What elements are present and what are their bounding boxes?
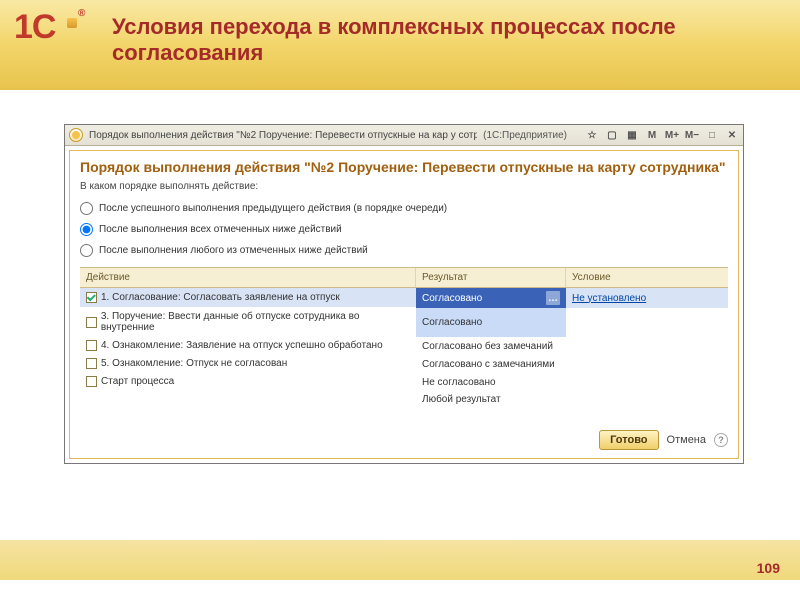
checkbox-icon[interactable] (86, 340, 97, 351)
cell-result: Согласовано с замечаниями (422, 359, 555, 370)
cancel-button[interactable]: Отмена (667, 434, 706, 446)
cell-action: 5. Ознакомление: Отпуск не согласован (101, 358, 287, 369)
checkbox-icon[interactable] (86, 358, 97, 369)
actions-table: Действие Результат Условие 1. Согласован… (80, 267, 728, 422)
condition-link[interactable]: Не установлено (572, 293, 646, 304)
radio-after-any[interactable]: После выполнения любого из отмеченных ни… (80, 240, 728, 261)
slide-header: 1C ® Условия перехода в комплексных проц… (0, 0, 800, 90)
dialog-window: Порядок выполнения действия "№2 Поручени… (64, 124, 744, 464)
calc-icon[interactable]: ▢ (605, 128, 619, 142)
table-row[interactable]: 5. Ознакомление: Отпуск не согласован Со… (80, 355, 728, 373)
radio-group-order: После успешного выполнения предыдущего д… (70, 198, 738, 267)
cell-action: 4. Ознакомление: Заявление на отпуск усп… (101, 340, 383, 351)
checkbox-icon[interactable] (86, 292, 97, 303)
window-title-tail: (1С:Предприятие) (483, 130, 567, 141)
radio-after-previous[interactable]: После успешного выполнения предыдущего д… (80, 198, 728, 219)
table-row[interactable]: Любой результат (80, 391, 728, 408)
table-row[interactable]: 1. Согласование: Согласовать заявление н… (80, 288, 728, 308)
close-icon[interactable]: ✕ (725, 128, 739, 142)
table-header: Действие Результат Условие (80, 268, 728, 288)
cell-result: Согласовано (422, 317, 482, 328)
logo-1c-text: 1C (14, 8, 55, 46)
radio-after-all[interactable]: После выполнения всех отмеченных ниже де… (80, 219, 728, 240)
checkbox-icon[interactable] (86, 376, 97, 387)
logo-registered-icon: ® (78, 8, 85, 19)
titlebar: Порядок выполнения действия "№2 Поручени… (65, 125, 743, 146)
col-result: Результат (416, 268, 566, 287)
result-picker-button[interactable]: … (546, 291, 560, 305)
dialog-footer: Готово Отмена ? (70, 422, 738, 458)
cell-result: Согласовано без замечаний (422, 341, 553, 352)
memory-m-button[interactable]: M (645, 128, 659, 142)
cell-action: Старт процесса (101, 376, 174, 387)
logo-1c: 1C ® (14, 10, 55, 44)
page-number: 109 (757, 560, 780, 576)
checkbox-icon[interactable] (86, 317, 97, 328)
window-title: Порядок выполнения действия "№2 Поручени… (89, 130, 477, 141)
memory-mplus-button[interactable]: M+ (665, 128, 679, 142)
cell-result: Согласовано (422, 293, 482, 304)
help-icon[interactable]: ? (714, 433, 728, 447)
app-icon (69, 128, 83, 142)
dialog-body: Порядок выполнения действия "№2 Поручени… (69, 150, 739, 459)
restore-icon[interactable]: □ (705, 128, 719, 142)
cell-result: Не согласовано (422, 377, 496, 388)
memory-mminus-button[interactable]: M− (685, 128, 699, 142)
table-row-empty (80, 408, 728, 422)
slide-title: Условия перехода в комплексных процессах… (112, 14, 780, 67)
col-condition: Условие (566, 268, 728, 287)
dialog-heading: Порядок выполнения действия "№2 Поручени… (70, 151, 738, 181)
cell-action: 1. Согласование: Согласовать заявление н… (101, 292, 340, 303)
table-row[interactable]: 3. Поручение: Ввести данные об отпуске с… (80, 308, 728, 337)
date-icon[interactable]: ▦ (625, 128, 639, 142)
table-row[interactable]: Старт процесса Не согласовано (80, 373, 728, 391)
col-action: Действие (80, 268, 416, 287)
table-row[interactable]: 4. Ознакомление: Заявление на отпуск усп… (80, 337, 728, 355)
logo-accent-icon (67, 18, 77, 28)
done-button[interactable]: Готово (599, 430, 658, 450)
favorite-icon[interactable]: ☆ (585, 128, 599, 142)
dialog-subheading: В каком порядке выполнять действие: (70, 181, 738, 198)
slide-footer-bar (0, 540, 800, 580)
cell-action: 3. Поручение: Ввести данные об отпуске с… (101, 311, 410, 333)
cell-result: Любой результат (422, 394, 501, 405)
